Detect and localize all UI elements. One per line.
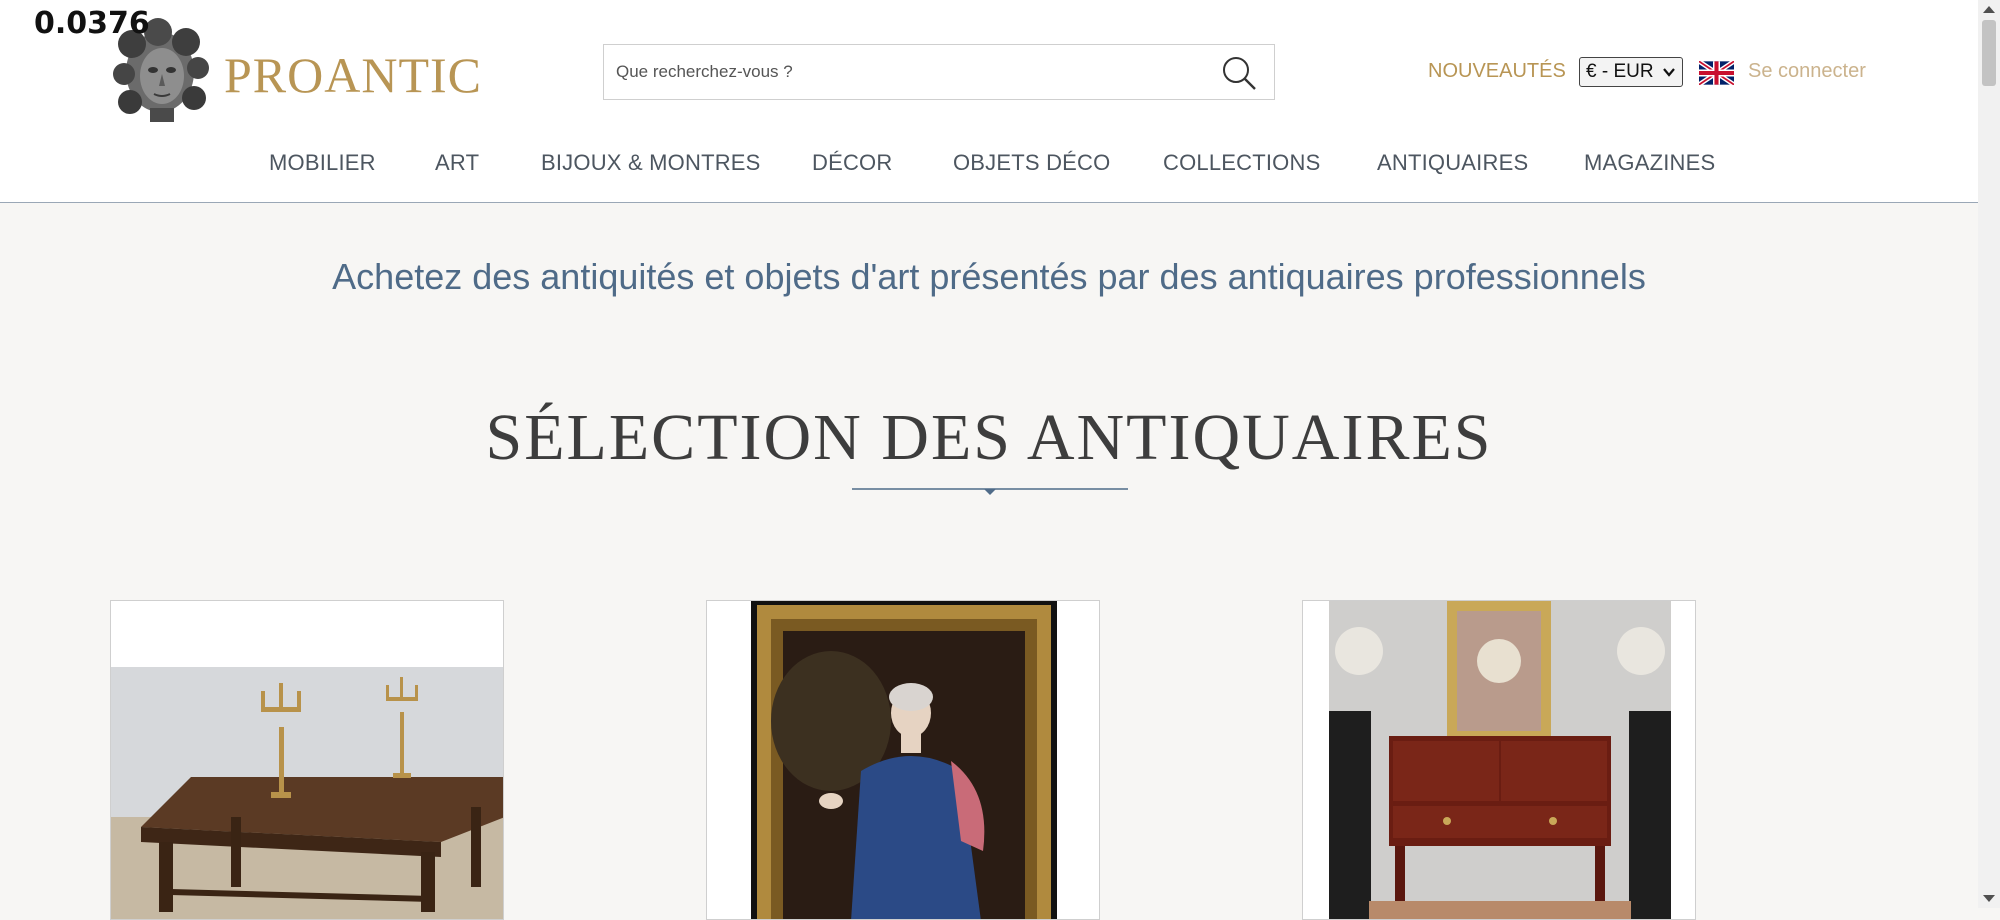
vertical-scrollbar[interactable]	[1978, 0, 2000, 908]
product-image-portrait	[751, 601, 1057, 919]
nav-item-decor[interactable]: DÉCOR	[812, 150, 892, 176]
new-arrivals-link[interactable]: NOUVEAUTÉS	[1428, 60, 1566, 83]
page-tagline: Achetez des antiquités et objets d'art p…	[332, 256, 1646, 297]
scroll-up-arrow-icon[interactable]	[1983, 6, 1995, 13]
product-image-table	[111, 667, 503, 919]
nav-item-collections[interactable]: COLLECTIONS	[1163, 150, 1320, 176]
section-title: SÉLECTION DES ANTIQUAIRES	[485, 401, 1493, 474]
product-card-table[interactable]	[110, 600, 504, 920]
login-link[interactable]: Se connecter	[1748, 60, 1866, 83]
nav-item-magazines[interactable]: MAGAZINES	[1584, 150, 1715, 176]
nav-item-bijoux-montres[interactable]: BIJOUX & MONTRES	[541, 150, 761, 176]
search-bar	[603, 44, 1275, 100]
product-image-console	[1329, 601, 1671, 919]
search-icon[interactable]	[1220, 54, 1258, 92]
product-card-console[interactable]	[1302, 600, 1696, 920]
nav-item-antiquaires[interactable]: ANTIQUAIRES	[1377, 150, 1528, 176]
logo-text[interactable]: PROANTIC	[224, 46, 482, 104]
currency-value: € - EUR	[1586, 61, 1654, 82]
uk-flag-icon[interactable]	[1697, 59, 1736, 87]
site-header: PROANTIC NOUVEAUTÉS € - EUR Se connecter…	[0, 0, 1978, 203]
main-nav: MOBILIER ART BIJOUX & MONTRES DÉCOR OBJE…	[0, 150, 1978, 180]
search-input[interactable]	[604, 45, 1216, 99]
nav-item-art[interactable]: ART	[435, 150, 479, 176]
product-card-portrait[interactable]	[706, 600, 1100, 920]
chevron-down-icon	[1663, 68, 1675, 77]
scroll-down-arrow-icon[interactable]	[1983, 895, 1995, 902]
currency-select[interactable]: € - EUR	[1579, 57, 1683, 87]
scrollbar-thumb[interactable]	[1982, 20, 1996, 86]
nav-item-objets-deco[interactable]: OBJETS DÉCO	[953, 150, 1110, 176]
overlay-value: 0.0376	[34, 6, 150, 41]
nav-item-mobilier[interactable]: MOBILIER	[269, 150, 376, 176]
section-divider	[852, 488, 1128, 495]
